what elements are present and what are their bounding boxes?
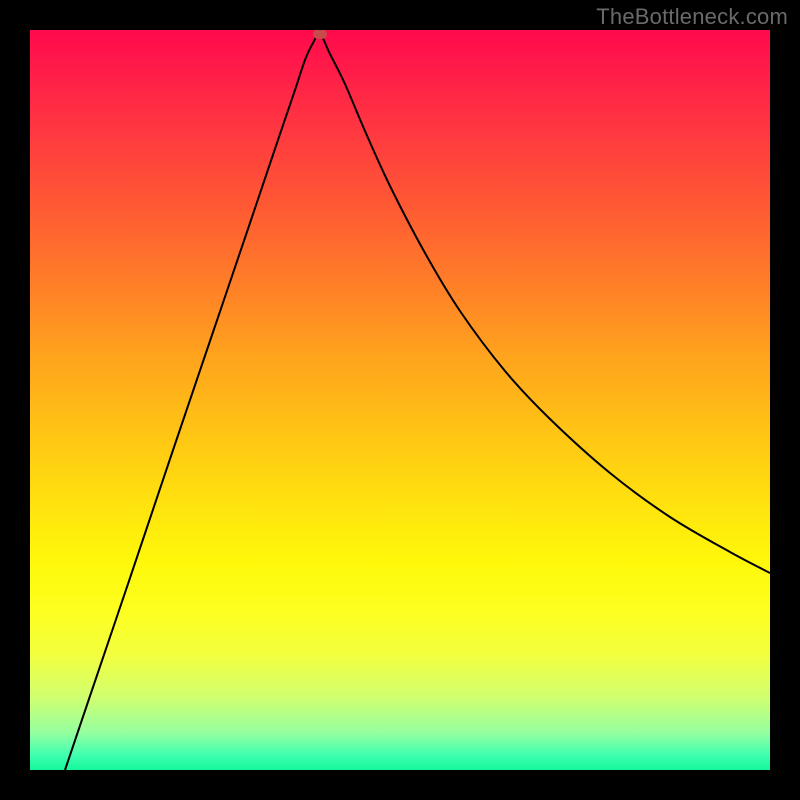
plot-area xyxy=(30,30,770,770)
bottleneck-curve xyxy=(65,34,770,770)
curve-layer xyxy=(30,30,770,770)
watermark-text: TheBottleneck.com xyxy=(596,4,788,30)
figure-frame: TheBottleneck.com xyxy=(0,0,800,800)
minimum-marker xyxy=(313,30,327,39)
